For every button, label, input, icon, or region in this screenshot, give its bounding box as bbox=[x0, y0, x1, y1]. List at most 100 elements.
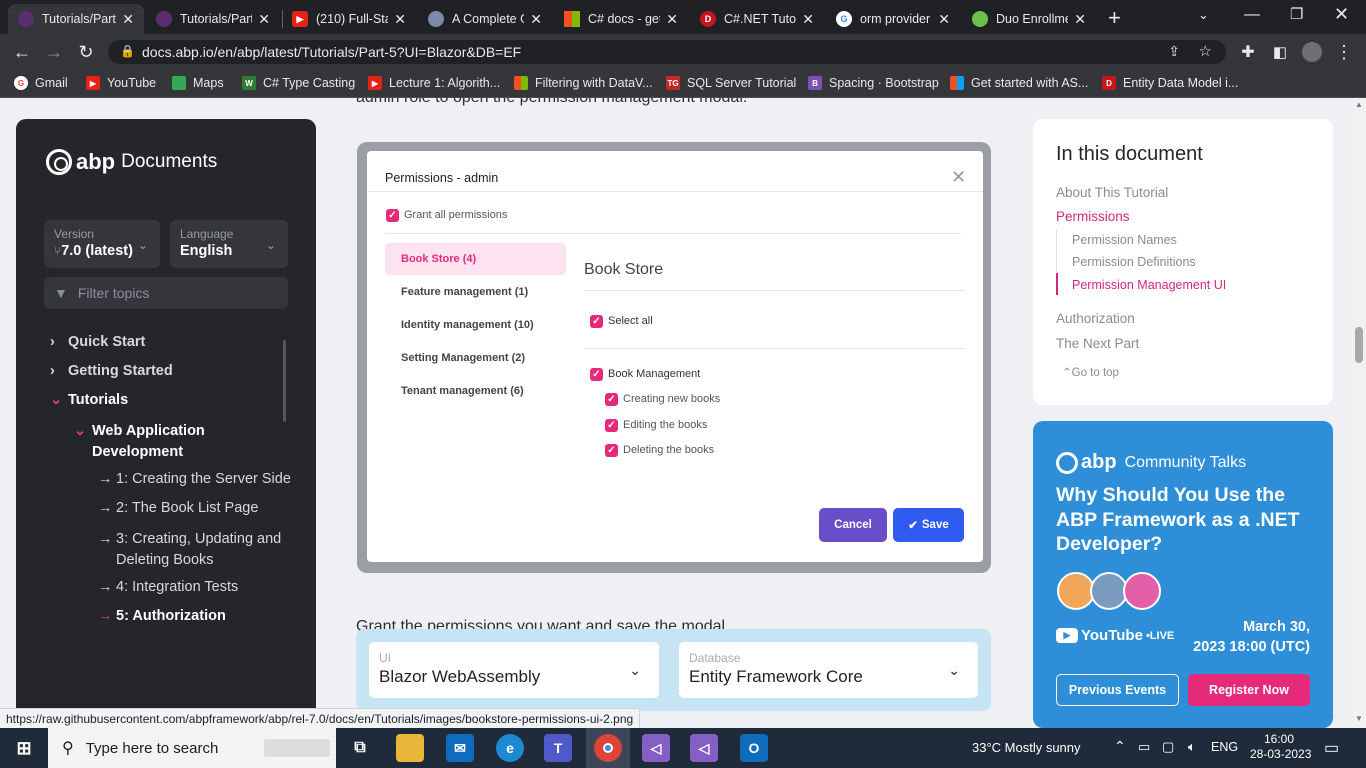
toc-permissions[interactable]: Permissions bbox=[1056, 209, 1130, 224]
toc-next-part[interactable]: The Next Part bbox=[1056, 336, 1139, 351]
bookmark-type-casting[interactable]: W C# Type Casting bbox=[242, 76, 355, 90]
close-icon[interactable]: ✕ bbox=[951, 167, 966, 188]
bookmark-bootstrap[interactable]: B Spacing · Bootstrap bbox=[808, 76, 939, 90]
visual-studio-icon[interactable]: ◁ bbox=[642, 734, 670, 762]
select-all-checkbox[interactable]: ✓ bbox=[590, 315, 603, 328]
nav-getting-started[interactable]: › Getting Started bbox=[50, 363, 173, 379]
back-icon[interactable]: ← bbox=[10, 40, 34, 64]
windows-start-icon[interactable]: ⊞ bbox=[10, 734, 38, 762]
browser-menu-icon[interactable]: ⋮ bbox=[1332, 40, 1356, 64]
browser-tab-1[interactable]: Tutorials/Part ✕ bbox=[8, 4, 144, 34]
browser-tab-2[interactable]: Tutorials/Part ✕ bbox=[146, 4, 280, 34]
nav-quick-start[interactable]: › Quick Start bbox=[50, 334, 145, 350]
book-management-checkbox[interactable]: ✓ bbox=[590, 368, 603, 381]
browser-tab-3[interactable]: ▶ (210) Full-Sta ✕ bbox=[282, 4, 416, 34]
file-explorer-icon[interactable] bbox=[396, 734, 424, 762]
scroll-down-icon[interactable]: ▼ bbox=[1355, 714, 1363, 723]
filter-topics-input[interactable]: ▼ Filter topics bbox=[44, 277, 288, 309]
profile-avatar[interactable] bbox=[1300, 40, 1324, 64]
bookmark-entity-data[interactable]: D Entity Data Model i... bbox=[1102, 76, 1238, 90]
tab-tenant-management[interactable]: Tenant management (6) bbox=[385, 375, 566, 407]
side-panel-icon[interactable]: ◧ bbox=[1268, 40, 1292, 64]
tab-feature-management[interactable]: Feature management (1) bbox=[385, 276, 566, 308]
toc-permission-names[interactable]: Permission Names bbox=[1072, 233, 1177, 247]
close-tab-icon[interactable]: ✕ bbox=[666, 11, 678, 28]
tab-search-icon[interactable]: ⌄ bbox=[1198, 7, 1209, 23]
visual-studio-icon-2[interactable]: ◁ bbox=[690, 734, 718, 762]
creating-books-checkbox[interactable]: ✓ bbox=[605, 393, 618, 406]
bookmark-asp[interactable]: Get started with AS... bbox=[950, 76, 1088, 90]
tab-book-store[interactable]: Book Store (4) bbox=[385, 243, 566, 275]
close-tab-icon[interactable]: ✕ bbox=[938, 11, 950, 28]
clock[interactable]: 16:00 28-03-2023 bbox=[1250, 732, 1311, 762]
edge-icon[interactable]: e bbox=[496, 734, 524, 762]
task-view-icon[interactable]: ⧉ bbox=[346, 734, 374, 762]
extensions-icon[interactable]: ✚ bbox=[1236, 40, 1260, 64]
register-now-button[interactable]: Register Now bbox=[1188, 674, 1310, 706]
close-tab-icon[interactable]: ✕ bbox=[530, 11, 542, 28]
nav-part-5[interactable]: → 5: Authorization bbox=[98, 608, 226, 624]
toc-permission-definitions[interactable]: Permission Definitions bbox=[1072, 255, 1196, 269]
nav-tutorials[interactable]: ⌄ Tutorials bbox=[50, 392, 128, 408]
browser-tab-8[interactable]: Duo Enrollme ✕ bbox=[962, 4, 1096, 34]
close-tab-icon[interactable]: ✕ bbox=[802, 11, 814, 28]
nav-part-4[interactable]: → 4: Integration Tests bbox=[98, 579, 238, 595]
scroll-up-icon[interactable]: ▲ bbox=[1355, 100, 1363, 109]
scroll-thumb[interactable] bbox=[1355, 327, 1363, 363]
save-button[interactable]: ✔ Save bbox=[893, 508, 964, 542]
taskbar-search-box[interactable]: ⚲ Type here to search bbox=[48, 728, 336, 768]
grant-all-checkbox[interactable]: ✓ bbox=[386, 209, 399, 222]
go-to-top-link[interactable]: ⌃Go to top bbox=[1062, 365, 1119, 379]
toc-about[interactable]: About This Tutorial bbox=[1056, 185, 1168, 200]
nav-part-3[interactable]: → 3: Creating, Updating and Deleting Book… bbox=[98, 529, 288, 571]
browser-tab-4[interactable]: A Complete G ✕ bbox=[418, 4, 552, 34]
close-tab-icon[interactable]: ✕ bbox=[394, 11, 406, 28]
editing-books-checkbox[interactable]: ✓ bbox=[605, 419, 618, 432]
close-tab-icon[interactable]: ✕ bbox=[258, 11, 270, 28]
minimize-icon[interactable]: — bbox=[1244, 6, 1260, 24]
toc-permission-management-ui[interactable]: Permission Management UI bbox=[1072, 278, 1226, 292]
reload-icon[interactable]: ↻ bbox=[74, 40, 98, 64]
toc-authorization[interactable]: Authorization bbox=[1056, 311, 1135, 326]
bookmark-youtube[interactable]: ▶ YouTube bbox=[86, 76, 156, 90]
close-tab-icon[interactable]: ✕ bbox=[1074, 11, 1086, 28]
sidebar-scrollbar[interactable] bbox=[283, 340, 286, 422]
browser-tab-6[interactable]: D C#.NET Tutor ✕ bbox=[690, 4, 824, 34]
browser-tab-5[interactable]: C# docs - get ✕ bbox=[554, 4, 688, 34]
share-icon[interactable]: ⇪ bbox=[1168, 43, 1180, 60]
bookmark-lecture[interactable]: ▶ Lecture 1: Algorith... bbox=[368, 76, 500, 90]
version-select[interactable]: Version ⑂7.0 (latest) ⌄ bbox=[44, 220, 160, 268]
forward-icon[interactable]: → bbox=[42, 40, 66, 64]
network-icon[interactable]: ▭ bbox=[1138, 739, 1150, 755]
outlook-icon[interactable]: O bbox=[740, 734, 768, 762]
abp-documents-logo[interactable]: abp Documents bbox=[46, 149, 217, 175]
bookmark-sql[interactable]: TG SQL Server Tutorial bbox=[666, 76, 796, 90]
close-tab-icon[interactable]: ✕ bbox=[122, 11, 134, 28]
language-indicator[interactable]: ENG bbox=[1211, 740, 1238, 754]
tray-chevron-icon[interactable]: ⌃ bbox=[1114, 738, 1126, 755]
language-select[interactable]: Language English ⌄ bbox=[170, 220, 288, 268]
nav-web-app-dev[interactable]: ⌄ Web Application Development bbox=[74, 421, 274, 463]
notifications-icon[interactable]: ▭ bbox=[1324, 738, 1339, 758]
database-select[interactable]: Database Entity Framework Core ⌄ bbox=[679, 642, 978, 698]
nav-part-2[interactable]: → 2: The Book List Page bbox=[98, 500, 258, 516]
weather-text[interactable]: 33°C Mostly sunny bbox=[972, 740, 1081, 755]
mail-icon[interactable]: ✉ bbox=[446, 734, 474, 762]
restore-icon[interactable]: ❐ bbox=[1290, 5, 1303, 23]
browser-tab-7[interactable]: G orm provider ✕ bbox=[826, 4, 960, 34]
tab-identity-management[interactable]: Identity management (10) bbox=[385, 309, 566, 341]
bookmark-maps[interactable]: Maps bbox=[172, 76, 224, 90]
deleting-books-checkbox[interactable]: ✓ bbox=[605, 444, 618, 457]
teams-icon[interactable]: T bbox=[544, 734, 572, 762]
close-window-icon[interactable]: ✕ bbox=[1334, 4, 1349, 25]
nav-part-1[interactable]: → 1: Creating the Server Side bbox=[98, 471, 291, 487]
new-tab-button[interactable]: + bbox=[1108, 5, 1121, 31]
bookmark-filtering[interactable]: Filtering with DataV... bbox=[514, 76, 653, 90]
tab-setting-management[interactable]: Setting Management (2) bbox=[385, 342, 566, 374]
ui-select[interactable]: UI Blazor WebAssembly ⌄ bbox=[369, 642, 659, 698]
previous-events-button[interactable]: Previous Events bbox=[1056, 674, 1179, 706]
page-scrollbar[interactable]: ▲ ▼ bbox=[1352, 98, 1366, 728]
chrome-icon[interactable] bbox=[594, 734, 622, 762]
bookmark-gmail[interactable]: G Gmail bbox=[14, 76, 68, 90]
address-bar[interactable]: 🔒 docs.abp.io/en/abp/latest/Tutorials/Pa… bbox=[108, 40, 1226, 64]
